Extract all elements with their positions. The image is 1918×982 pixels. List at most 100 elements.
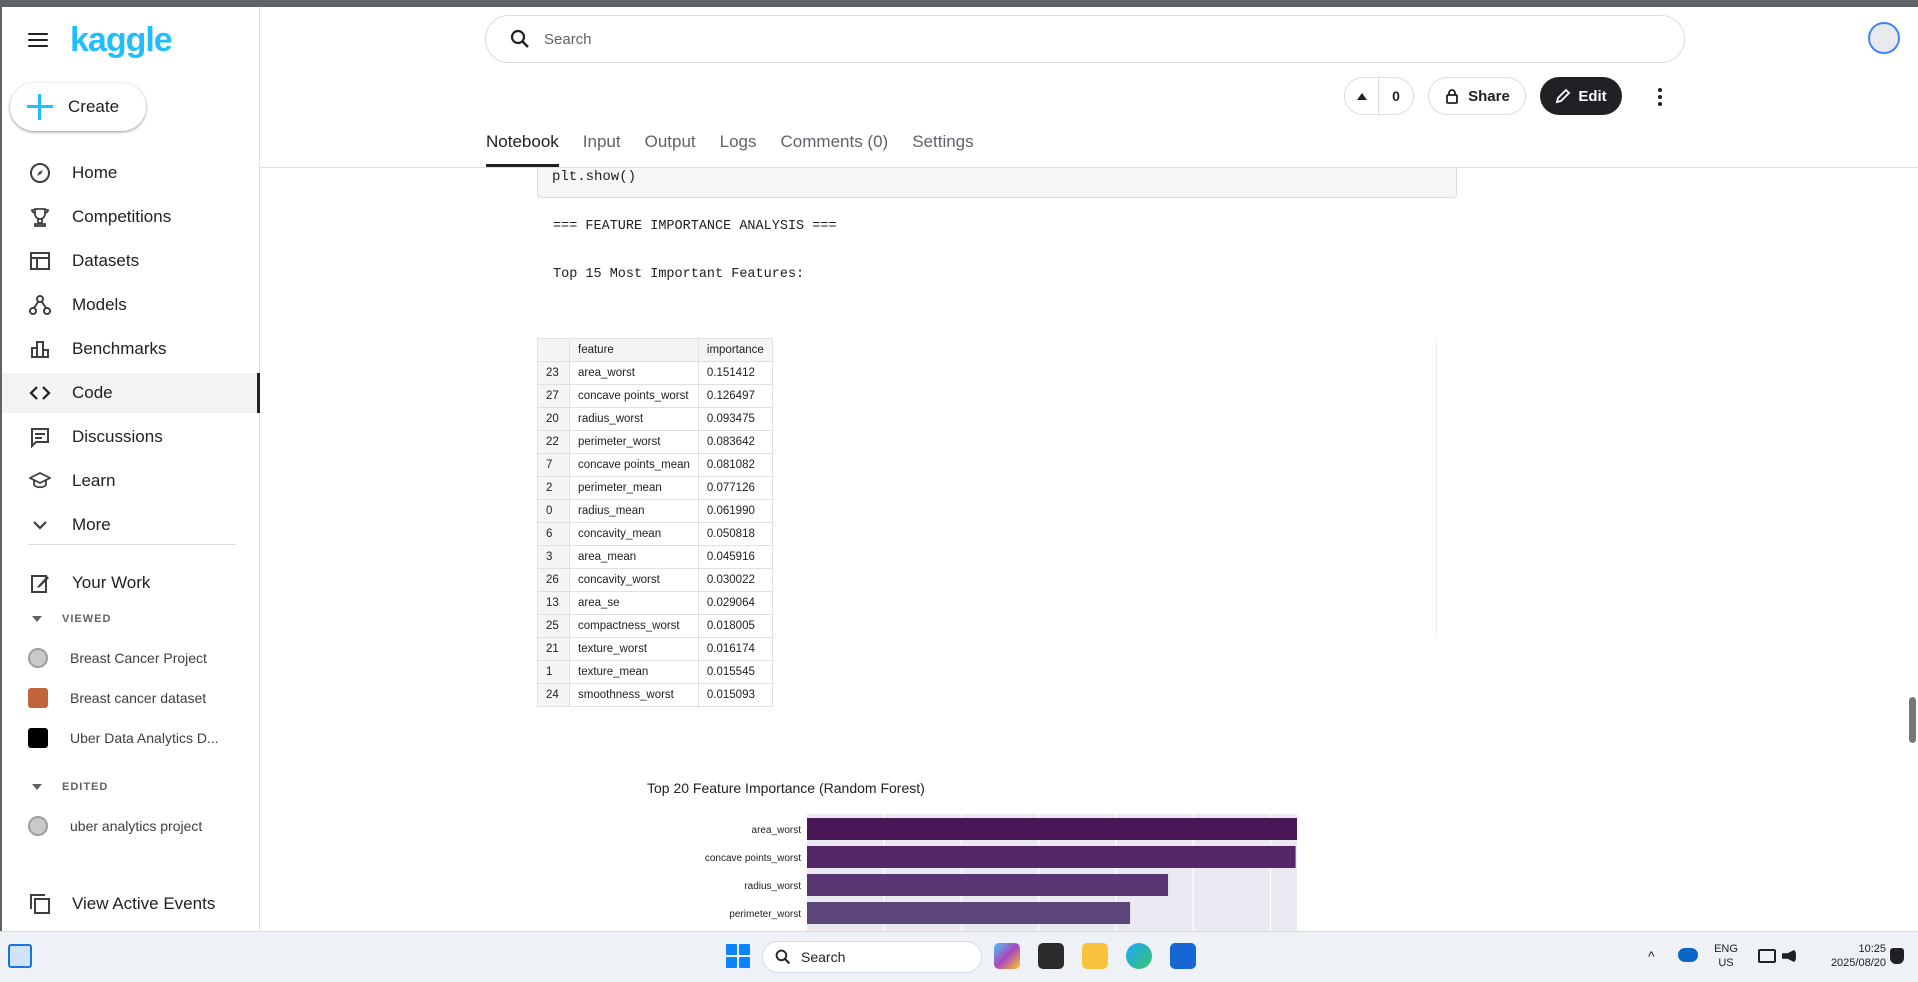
onedrive-icon[interactable]: [1678, 948, 1698, 962]
create-button[interactable]: Create: [10, 83, 146, 131]
view-active-events-button[interactable]: View Active Events: [2, 884, 260, 924]
tab-settings[interactable]: Settings: [912, 127, 973, 167]
viewed-item-label: Uber Data Analytics D...: [70, 730, 219, 746]
sidebar-item-learn[interactable]: Learn: [2, 461, 260, 501]
code-line: plt.show(): [552, 169, 637, 185]
sidebar-item-label: Learn: [72, 471, 116, 490]
row-index-cell: 6: [537, 522, 570, 546]
lock-icon: [1446, 89, 1459, 104]
vertical-scrollbar[interactable]: [1908, 167, 1918, 931]
table-row: 0 radius_mean 0.061990: [537, 499, 773, 523]
sidebar-item-more[interactable]: More: [2, 505, 260, 545]
edge-icon[interactable]: [1126, 943, 1152, 969]
bar-perimeter_worst: [807, 902, 1131, 924]
start-button[interactable]: [726, 944, 750, 968]
arrow-up-icon: [1356, 92, 1367, 100]
sidebar-item-label: More: [72, 515, 111, 534]
row-index-cell: 27: [537, 384, 570, 408]
category-tick-label: perimeter_worst: [729, 909, 801, 920]
sidebar-item-benchmarks[interactable]: Benchmarks: [2, 329, 260, 369]
edited-item-label: uber analytics project: [70, 818, 203, 834]
upvote-control: 0: [1344, 77, 1414, 115]
uber-thumbnail: [28, 728, 48, 748]
share-button[interactable]: Share: [1428, 77, 1526, 115]
tab-notebook[interactable]: Notebook: [486, 127, 559, 167]
table-row: 21 texture_worst 0.016174: [537, 637, 773, 661]
menu-icon[interactable]: [26, 29, 50, 53]
table-row: 25 compactness_worst 0.018005: [537, 614, 773, 638]
trophy-icon: [28, 205, 52, 229]
tab-output[interactable]: Output: [645, 127, 696, 167]
viewed-item[interactable]: Breast Cancer Project: [28, 641, 258, 675]
edited-section-toggle[interactable]: EDITED: [28, 781, 108, 793]
edited-item[interactable]: uber analytics project: [28, 809, 258, 843]
sidebar-item-home[interactable]: Home: [2, 153, 260, 193]
feature-cell: area_se: [569, 591, 699, 615]
volume-icon[interactable]: [1782, 949, 1796, 963]
user-avatar[interactable]: [1868, 22, 1900, 54]
row-index-cell: 0: [537, 499, 570, 523]
feature-cell: concavity_mean: [569, 522, 699, 546]
upvote-button[interactable]: [1345, 78, 1379, 114]
file-explorer-icon[interactable]: [1082, 943, 1108, 969]
show-hidden-icons[interactable]: ^: [1648, 949, 1655, 963]
sidebar-item-your-work[interactable]: Your Work: [2, 563, 260, 603]
table-row: 26 concavity_worst 0.030022: [537, 568, 773, 592]
edit-button[interactable]: Edit: [1540, 77, 1622, 115]
network-icon[interactable]: [1758, 949, 1776, 963]
table-row: 22 perimeter_worst 0.083642: [537, 430, 773, 454]
sidebar-item-datasets[interactable]: Datasets: [2, 241, 260, 281]
importance-cell: 0.093475: [697, 407, 773, 431]
viewed-item[interactable]: Uber Data Analytics D...: [28, 721, 258, 755]
table-row: 7 concave points_mean 0.081082: [537, 453, 773, 477]
copilot-icon[interactable]: [994, 943, 1020, 969]
viewed-item[interactable]: Breast cancer dataset: [28, 681, 258, 715]
sidebar-item-competitions[interactable]: Competitions: [2, 197, 260, 237]
row-index-cell: 13: [537, 591, 570, 615]
row-index-cell: 7: [537, 453, 570, 477]
feature-cell: compactness_worst: [569, 614, 699, 638]
windows-taskbar: Search ^ ENG US 10:25 2025/08/20: [0, 931, 1918, 982]
kaggle-logo[interactable]: kaggle: [70, 21, 173, 60]
search-placeholder: Search: [544, 30, 592, 48]
feature-cell: concavity_worst: [569, 568, 699, 592]
sidebar-item-discussions[interactable]: Discussions: [2, 417, 260, 457]
tab-comments[interactable]: Comments (0): [781, 127, 889, 167]
code-cell[interactable]: plt.show(): [537, 168, 1457, 198]
importance-cell: 0.015545: [697, 660, 773, 684]
models-icon: [28, 293, 52, 317]
clock-time: 10:25: [1858, 943, 1886, 955]
clock[interactable]: 10:25 2025/08/20: [1806, 942, 1886, 970]
scrollbar-thumb[interactable]: [1909, 697, 1916, 743]
search-icon: [510, 29, 529, 48]
notebook-content: plt.show() === FEATURE IMPORTANCE ANALYS…: [261, 168, 1901, 931]
sidebar-item-models[interactable]: Models: [2, 285, 260, 325]
tab-logs[interactable]: Logs: [720, 127, 757, 167]
language-indicator[interactable]: ENG US: [1708, 942, 1744, 970]
your-work-icon: [28, 571, 52, 595]
bar-radius_worst: [807, 874, 1169, 896]
dataset-thumbnail: [28, 688, 48, 708]
taskbar-search[interactable]: Search: [762, 941, 982, 973]
tab-input[interactable]: Input: [583, 127, 621, 167]
dataframe-table: feature importance 23 area_worst 0.151412 2…: [537, 338, 773, 707]
notification-bell-icon[interactable]: [1890, 948, 1904, 964]
store-icon[interactable]: [1170, 943, 1196, 969]
sidebar-item-code[interactable]: Code: [2, 373, 260, 413]
keyboard-layout: US: [1718, 957, 1734, 969]
search-input[interactable]: Search: [485, 15, 1685, 63]
terminal-icon[interactable]: [1038, 943, 1064, 969]
row-index-cell: 22: [537, 430, 570, 454]
category-tick-label: radius_worst: [744, 881, 801, 892]
viewed-section-toggle[interactable]: VIEWED: [28, 613, 111, 625]
sidebar-item-label: Benchmarks: [72, 339, 167, 358]
feature-cell: texture_worst: [569, 637, 699, 661]
clock-date: 2025/08/20: [1830, 957, 1886, 969]
table-row: 20 radius_worst 0.093475: [537, 407, 773, 431]
more-options-icon[interactable]: [1648, 85, 1672, 109]
bar-area_worst: [807, 818, 1297, 840]
widgets-icon[interactable]: [8, 944, 32, 968]
viewed-header: VIEWED: [62, 613, 112, 625]
column-header-feature: feature: [569, 338, 699, 362]
sidebar-item-label: Code: [72, 383, 113, 402]
